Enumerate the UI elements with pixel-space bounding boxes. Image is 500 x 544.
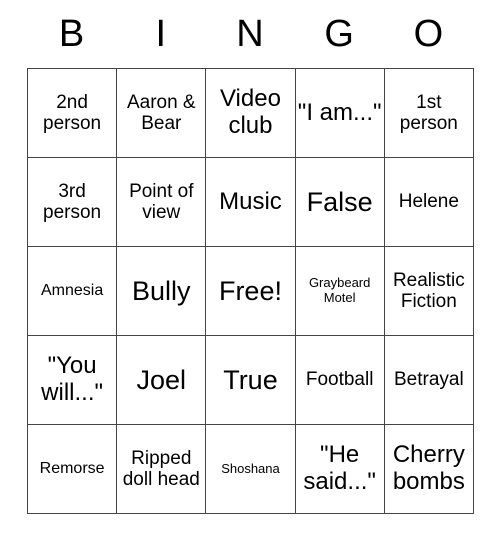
bingo-card: B I N G O 2nd person Aaron & Bear Video …: [0, 0, 500, 544]
bingo-cell-n1[interactable]: Video club: [205, 68, 296, 158]
bingo-cell-b1[interactable]: 2nd person: [26, 68, 118, 158]
bingo-header-letter-i: I: [155, 13, 167, 55]
bingo-row-5: Remorse Ripped doll head Shoshana "He sa…: [26, 424, 474, 514]
bingo-cell-free-space[interactable]: Free!: [205, 246, 296, 336]
bingo-cell-i5[interactable]: Ripped doll head: [116, 424, 207, 514]
bingo-cell-o5[interactable]: Cherry bombs: [383, 424, 474, 514]
bingo-row-2: 3rd person Point of view Music False Hel…: [26, 157, 474, 247]
bingo-header-letter-g: G: [324, 13, 354, 55]
bingo-row-1: 2nd person Aaron & Bear Video club "I am…: [26, 68, 474, 158]
bingo-cell-g3[interactable]: Graybeard Motel: [294, 246, 385, 336]
bingo-grid: 2nd person Aaron & Bear Video club "I am…: [26, 68, 474, 514]
bingo-cell-n5[interactable]: Shoshana: [205, 424, 296, 514]
bingo-cell-g4[interactable]: Football: [294, 335, 385, 425]
bingo-cell-b4[interactable]: "You will...": [26, 335, 118, 425]
bingo-cell-i3[interactable]: Bully: [116, 246, 207, 336]
bingo-cell-g5[interactable]: "He said...": [294, 424, 385, 514]
bingo-header-letter-o: O: [413, 13, 444, 55]
bingo-cell-b3[interactable]: Amnesia: [26, 246, 118, 336]
bingo-cell-o2[interactable]: Helene: [383, 157, 474, 247]
bingo-cell-n2[interactable]: Music: [205, 157, 296, 247]
bingo-header: B I N G O: [27, 0, 473, 68]
bingo-cell-b5[interactable]: Remorse: [26, 424, 118, 514]
bingo-cell-o1[interactable]: 1st person: [383, 68, 474, 158]
bingo-cell-b2[interactable]: 3rd person: [26, 157, 118, 247]
bingo-cell-i2[interactable]: Point of view: [116, 157, 207, 247]
bingo-row-3: Amnesia Bully Free! Graybeard Motel Real…: [26, 246, 474, 336]
bingo-header-letter-b: B: [58, 13, 85, 55]
bingo-cell-i1[interactable]: Aaron & Bear: [116, 68, 207, 158]
bingo-cell-o4[interactable]: Betrayal: [383, 335, 474, 425]
bingo-header-letter-n: N: [236, 13, 264, 55]
bingo-cell-g1[interactable]: "I am...": [294, 68, 385, 158]
bingo-cell-o3[interactable]: Realistic Fiction: [383, 246, 474, 336]
bingo-cell-g2[interactable]: False: [294, 157, 385, 247]
bingo-cell-i4[interactable]: Joel: [116, 335, 207, 425]
bingo-row-4: "You will..." Joel True Football Betraya…: [26, 335, 474, 425]
bingo-cell-n4[interactable]: True: [205, 335, 296, 425]
